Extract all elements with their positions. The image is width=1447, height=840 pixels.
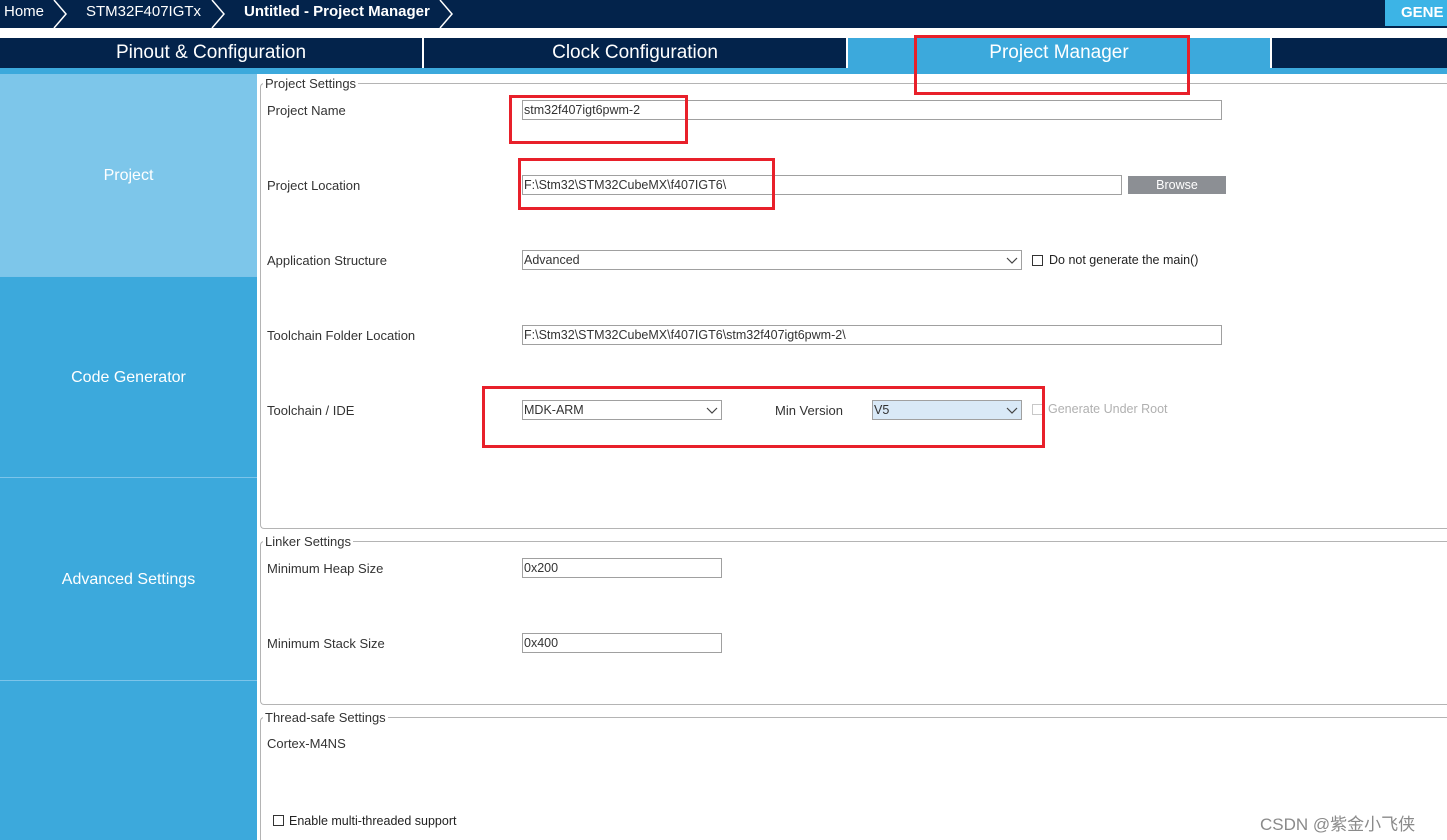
do-not-generate-main-checkbox[interactable] — [1032, 255, 1043, 266]
sidebar-item-advanced-settings[interactable]: Advanced Settings — [0, 478, 257, 681]
main-tabs: Pinout & Configuration Clock Configurati… — [0, 28, 1447, 74]
watermark: CSDN @紫金小飞侠 — [1260, 815, 1416, 834]
chevron-right-icon — [211, 0, 225, 28]
do-not-generate-main-label: Do not generate the main() — [1049, 253, 1199, 267]
sidebar-item-code-generator[interactable]: Code Generator — [0, 277, 257, 478]
project-name-label: Project Name — [267, 103, 346, 118]
toolchain-folder-input[interactable]: F:\Stm32\STM32CubeMX\f407IGT6\stm32f407i… — [522, 325, 1222, 345]
minimum-heap-size-label: Minimum Heap Size — [267, 561, 384, 576]
tab-tools[interactable] — [1272, 38, 1447, 68]
generate-code-button[interactable]: GENE — [1385, 0, 1447, 26]
project-location-label: Project Location — [267, 178, 361, 193]
multi-threaded-support-label: Enable multi-threaded support — [289, 814, 457, 828]
minimum-stack-size-label: Minimum Stack Size — [267, 636, 385, 651]
project-settings-group — [260, 83, 1447, 529]
application-structure-label: Application Structure — [267, 253, 387, 268]
project-manager-panel: Project Settings Project Name stm32f407i… — [257, 74, 1447, 840]
breadcrumb: Home STM32F407IGTx Untitled - Project Ma… — [0, 0, 1447, 28]
application-structure-value: Advanced — [524, 253, 580, 267]
thread-safe-settings-legend: Thread-safe Settings — [263, 710, 388, 725]
breadcrumb-current[interactable]: Untitled - Project Manager — [244, 0, 430, 26]
breadcrumb-home[interactable]: Home — [4, 0, 44, 26]
annotation-box-project-name — [509, 95, 688, 144]
toolchain-folder-label: Toolchain Folder Location — [267, 328, 416, 343]
sidebar-item-project[interactable]: Project — [0, 74, 257, 277]
generate-under-root-label: Generate Under Root — [1048, 402, 1168, 416]
core-label: Cortex-M4NS — [267, 736, 346, 751]
multi-threaded-support-checkbox[interactable] — [273, 815, 284, 826]
project-settings-legend: Project Settings — [263, 76, 359, 91]
chevron-right-icon — [53, 0, 67, 28]
minimum-stack-size-input[interactable]: 0x400 — [522, 633, 722, 653]
annotation-box-project-location — [518, 158, 775, 210]
chevron-down-icon — [1006, 257, 1018, 264]
sidebar: Project Code Generator Advanced Settings — [0, 74, 257, 840]
tab-clock-configuration[interactable]: Clock Configuration — [424, 38, 846, 68]
app-window: Home STM32F407IGTx Untitled - Project Ma… — [0, 0, 1447, 840]
annotation-box-toolchain — [482, 386, 1045, 448]
minimum-heap-size-input[interactable]: 0x200 — [522, 558, 722, 578]
chevron-right-icon — [439, 0, 453, 28]
linker-settings-group — [260, 541, 1447, 705]
toolchain-ide-label: Toolchain / IDE — [267, 403, 355, 418]
annotation-box-project-manager-tab — [914, 35, 1190, 95]
breadcrumb-mcu[interactable]: STM32F407IGTx — [86, 0, 201, 26]
application-structure-select[interactable]: Advanced — [522, 250, 1022, 270]
tab-pinout-configuration[interactable]: Pinout & Configuration — [0, 38, 422, 68]
browse-button[interactable]: Browse — [1128, 176, 1226, 194]
linker-settings-legend: Linker Settings — [263, 534, 353, 549]
